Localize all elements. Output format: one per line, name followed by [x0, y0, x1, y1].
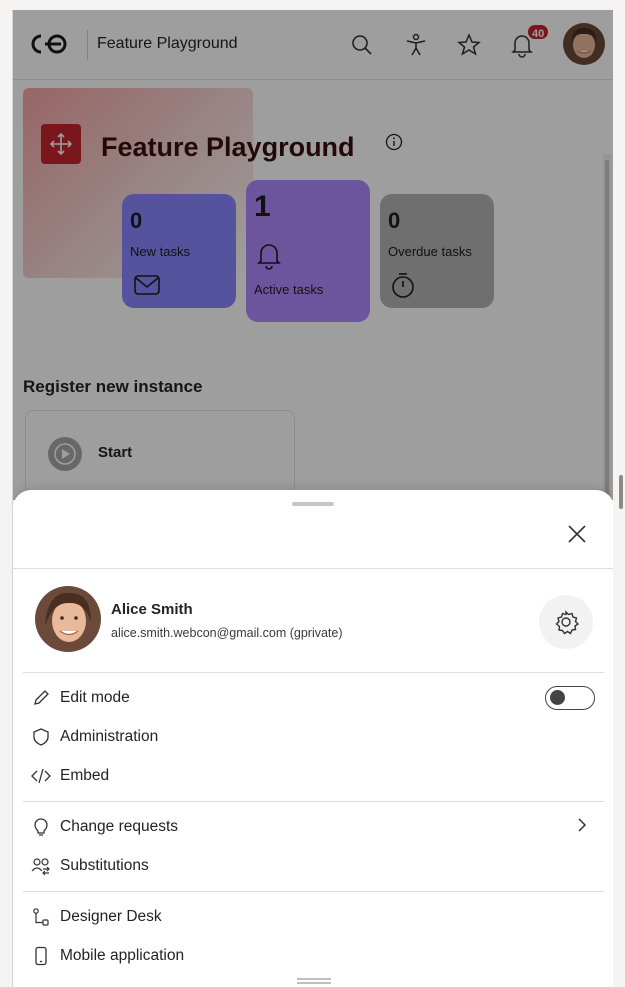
people-swap-icon — [31, 858, 50, 876]
lightbulb-icon — [34, 818, 48, 836]
menu-label: Designer Desk — [60, 908, 162, 925]
sheet-header-divider — [13, 568, 613, 569]
menu-item-edit-mode[interactable]: Edit mode — [31, 682, 591, 714]
pencil-icon — [34, 690, 49, 705]
shield-icon — [33, 728, 49, 746]
window-resize-handle[interactable] — [619, 475, 623, 509]
gear-icon — [555, 610, 580, 635]
menu-label: Change requests — [60, 818, 179, 835]
profile-divider — [23, 672, 604, 673]
code-icon — [31, 768, 51, 784]
close-icon[interactable] — [561, 518, 593, 550]
sheet-grab-handle[interactable] — [292, 502, 334, 506]
modal-backdrop[interactable] — [13, 10, 613, 500]
menu-item-embed[interactable]: Embed — [31, 760, 591, 792]
menu-item-designer-desk[interactable]: Designer Desk — [31, 901, 591, 933]
user-name: Alice Smith — [111, 601, 193, 618]
menu-label: Embed — [60, 767, 110, 784]
menu-item-administration[interactable]: Administration — [31, 721, 591, 753]
menu-label: Mobile application — [60, 947, 185, 964]
menu-item-mobile-application[interactable]: Mobile application — [31, 940, 591, 972]
menu-item-change-requests[interactable]: Change requests — [31, 811, 591, 843]
settings-button[interactable] — [539, 595, 593, 649]
menu-divider-2 — [23, 891, 604, 892]
app-window: Feature Playground 40 Feature Playground… — [12, 10, 613, 987]
toggle-knob — [550, 690, 565, 705]
user-email: alice.smith.webcon@gmail.com (gprivate) — [111, 626, 343, 640]
menu-label: Substitutions — [60, 857, 149, 874]
chevron-right-icon[interactable] — [575, 814, 589, 836]
menu-divider-1 — [23, 801, 604, 802]
flow-icon — [33, 908, 49, 926]
bottom-grab-handle[interactable] — [297, 978, 331, 984]
user-menu-sheet: Alice Smith alice.smith.webcon@gmail.com… — [13, 490, 613, 987]
menu-label: Administration — [60, 728, 159, 745]
menu-label: Edit mode — [60, 689, 130, 706]
menu-item-substitutions[interactable]: Substitutions — [31, 850, 591, 882]
edit-mode-toggle[interactable] — [545, 686, 595, 710]
mobile-icon — [35, 946, 47, 966]
avatar — [35, 586, 101, 652]
